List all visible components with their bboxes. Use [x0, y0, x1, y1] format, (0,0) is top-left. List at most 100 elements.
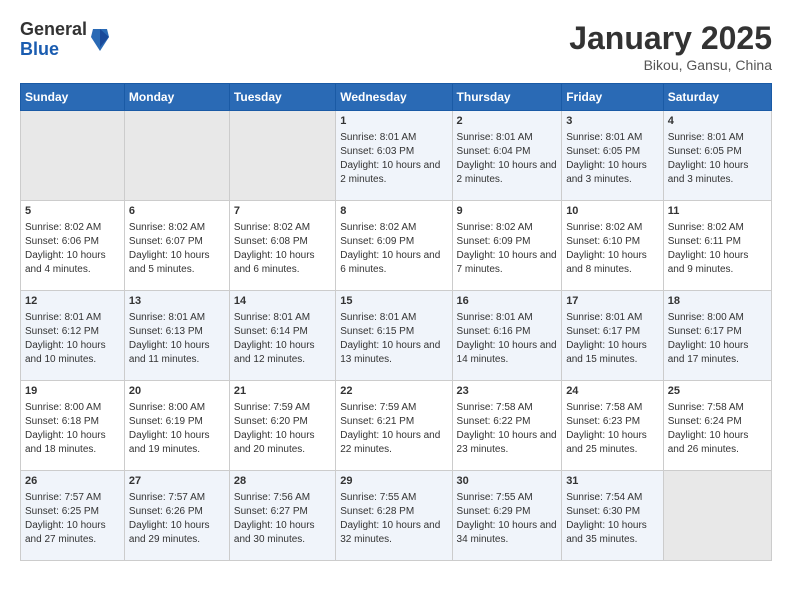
sunrise-text: Sunrise: 8:02 AM — [566, 222, 642, 233]
sunset-text: Sunset: 6:13 PM — [129, 326, 203, 337]
logo: General Blue — [20, 20, 111, 60]
calendar-cell: 10 Sunrise: 8:02 AM Sunset: 6:10 PM Dayl… — [562, 201, 664, 291]
daylight-text: Daylight: 10 hours and 3 minutes. — [566, 160, 647, 185]
logo-icon — [89, 27, 111, 53]
calendar-cell: 18 Sunrise: 8:00 AM Sunset: 6:17 PM Dayl… — [663, 291, 771, 381]
calendar-cell: 19 Sunrise: 8:00 AM Sunset: 6:18 PM Dayl… — [21, 381, 125, 471]
sunset-text: Sunset: 6:27 PM — [234, 506, 308, 517]
sunset-text: Sunset: 6:19 PM — [129, 416, 203, 427]
daylight-text: Daylight: 10 hours and 3 minutes. — [668, 160, 749, 185]
daylight-text: Daylight: 10 hours and 4 minutes. — [25, 250, 106, 275]
sunrise-text: Sunrise: 8:02 AM — [668, 222, 744, 233]
sunset-text: Sunset: 6:25 PM — [25, 506, 99, 517]
day-number: 10 — [566, 204, 659, 219]
calendar-cell: 2 Sunrise: 8:01 AM Sunset: 6:04 PM Dayli… — [452, 111, 562, 201]
sunrise-text: Sunrise: 7:57 AM — [25, 492, 101, 503]
sunrise-text: Sunrise: 8:00 AM — [25, 402, 101, 413]
sunset-text: Sunset: 6:24 PM — [668, 416, 742, 427]
sunrise-text: Sunrise: 8:02 AM — [129, 222, 205, 233]
calendar-cell: 8 Sunrise: 8:02 AM Sunset: 6:09 PM Dayli… — [336, 201, 452, 291]
sunset-text: Sunset: 6:05 PM — [668, 146, 742, 157]
sunrise-text: Sunrise: 8:01 AM — [668, 132, 744, 143]
sunrise-text: Sunrise: 7:58 AM — [668, 402, 744, 413]
sunrise-text: Sunrise: 7:57 AM — [129, 492, 205, 503]
calendar-cell: 22 Sunrise: 7:59 AM Sunset: 6:21 PM Dayl… — [336, 381, 452, 471]
sunset-text: Sunset: 6:12 PM — [25, 326, 99, 337]
calendar-week-1: 5 Sunrise: 8:02 AM Sunset: 6:06 PM Dayli… — [21, 201, 772, 291]
logo-blue-text: Blue — [20, 40, 87, 60]
sunrise-text: Sunrise: 8:00 AM — [129, 402, 205, 413]
sunrise-text: Sunrise: 8:01 AM — [234, 312, 310, 323]
sunset-text: Sunset: 6:30 PM — [566, 506, 640, 517]
sunset-text: Sunset: 6:18 PM — [25, 416, 99, 427]
daylight-text: Daylight: 10 hours and 11 minutes. — [129, 340, 210, 365]
sunrise-text: Sunrise: 8:01 AM — [129, 312, 205, 323]
day-number: 12 — [25, 294, 120, 309]
sunset-text: Sunset: 6:03 PM — [340, 146, 414, 157]
day-number: 5 — [25, 204, 120, 219]
daylight-text: Daylight: 10 hours and 18 minutes. — [25, 430, 106, 455]
day-number: 8 — [340, 204, 447, 219]
sunrise-text: Sunrise: 8:00 AM — [668, 312, 744, 323]
daylight-text: Daylight: 10 hours and 23 minutes. — [457, 430, 557, 455]
sunrise-text: Sunrise: 8:02 AM — [457, 222, 533, 233]
sunset-text: Sunset: 6:29 PM — [457, 506, 531, 517]
daylight-text: Daylight: 10 hours and 26 minutes. — [668, 430, 749, 455]
day-number: 26 — [25, 474, 120, 489]
daylight-text: Daylight: 10 hours and 6 minutes. — [234, 250, 315, 275]
day-number: 22 — [340, 384, 447, 399]
header-tuesday: Tuesday — [229, 84, 335, 111]
daylight-text: Daylight: 10 hours and 9 minutes. — [668, 250, 749, 275]
sunset-text: Sunset: 6:07 PM — [129, 236, 203, 247]
calendar-header: Sunday Monday Tuesday Wednesday Thursday… — [21, 84, 772, 111]
daylight-text: Daylight: 10 hours and 5 minutes. — [129, 250, 210, 275]
daylight-text: Daylight: 10 hours and 13 minutes. — [340, 340, 440, 365]
header-monday: Monday — [124, 84, 229, 111]
sunset-text: Sunset: 6:26 PM — [129, 506, 203, 517]
day-number: 31 — [566, 474, 659, 489]
daylight-text: Daylight: 10 hours and 22 minutes. — [340, 430, 440, 455]
calendar-cell — [21, 111, 125, 201]
day-number: 9 — [457, 204, 558, 219]
sunrise-text: Sunrise: 8:01 AM — [457, 312, 533, 323]
sunset-text: Sunset: 6:15 PM — [340, 326, 414, 337]
sunset-text: Sunset: 6:14 PM — [234, 326, 308, 337]
day-number: 25 — [668, 384, 767, 399]
calendar-cell: 21 Sunrise: 7:59 AM Sunset: 6:20 PM Dayl… — [229, 381, 335, 471]
calendar-cell: 6 Sunrise: 8:02 AM Sunset: 6:07 PM Dayli… — [124, 201, 229, 291]
daylight-text: Daylight: 10 hours and 8 minutes. — [566, 250, 647, 275]
daylight-text: Daylight: 10 hours and 17 minutes. — [668, 340, 749, 365]
header-thursday: Thursday — [452, 84, 562, 111]
sunrise-text: Sunrise: 8:02 AM — [340, 222, 416, 233]
sunrise-text: Sunrise: 8:01 AM — [566, 312, 642, 323]
sunset-text: Sunset: 6:28 PM — [340, 506, 414, 517]
daylight-text: Daylight: 10 hours and 32 minutes. — [340, 520, 440, 545]
daylight-text: Daylight: 10 hours and 6 minutes. — [340, 250, 440, 275]
day-number: 23 — [457, 384, 558, 399]
calendar-cell: 31 Sunrise: 7:54 AM Sunset: 6:30 PM Dayl… — [562, 471, 664, 561]
day-number: 19 — [25, 384, 120, 399]
daylight-text: Daylight: 10 hours and 25 minutes. — [566, 430, 647, 455]
calendar-cell: 30 Sunrise: 7:55 AM Sunset: 6:29 PM Dayl… — [452, 471, 562, 561]
sunrise-text: Sunrise: 8:01 AM — [340, 312, 416, 323]
calendar-week-3: 19 Sunrise: 8:00 AM Sunset: 6:18 PM Dayl… — [21, 381, 772, 471]
sunset-text: Sunset: 6:09 PM — [340, 236, 414, 247]
day-number: 3 — [566, 114, 659, 129]
header-sunday: Sunday — [21, 84, 125, 111]
logo-general-text: General — [20, 20, 87, 40]
daylight-text: Daylight: 10 hours and 14 minutes. — [457, 340, 557, 365]
sunrise-text: Sunrise: 7:55 AM — [457, 492, 533, 503]
calendar-cell: 1 Sunrise: 8:01 AM Sunset: 6:03 PM Dayli… — [336, 111, 452, 201]
day-number: 17 — [566, 294, 659, 309]
calendar-cell: 11 Sunrise: 8:02 AM Sunset: 6:11 PM Dayl… — [663, 201, 771, 291]
calendar-cell: 25 Sunrise: 7:58 AM Sunset: 6:24 PM Dayl… — [663, 381, 771, 471]
sunrise-text: Sunrise: 8:01 AM — [340, 132, 416, 143]
calendar-cell: 4 Sunrise: 8:01 AM Sunset: 6:05 PM Dayli… — [663, 111, 771, 201]
sunset-text: Sunset: 6:04 PM — [457, 146, 531, 157]
sunset-text: Sunset: 6:16 PM — [457, 326, 531, 337]
header-friday: Friday — [562, 84, 664, 111]
page-header: General Blue January 2025 Bikou, Gansu, … — [20, 20, 772, 73]
sunrise-text: Sunrise: 8:01 AM — [457, 132, 533, 143]
calendar-cell: 9 Sunrise: 8:02 AM Sunset: 6:09 PM Dayli… — [452, 201, 562, 291]
weekday-row: Sunday Monday Tuesday Wednesday Thursday… — [21, 84, 772, 111]
